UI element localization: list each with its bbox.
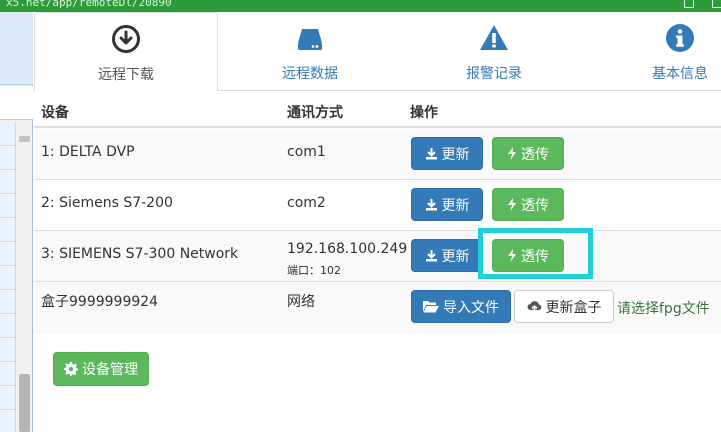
header-comm: 通讯方式 bbox=[287, 105, 343, 121]
tab-label: 报警记录 bbox=[466, 66, 522, 82]
update-label: 更新 bbox=[441, 197, 470, 214]
gear-icon bbox=[64, 362, 78, 376]
url-text: x5.net/app/remoteDl/20890 bbox=[6, 0, 172, 9]
update-label: 更新 bbox=[441, 146, 470, 163]
comm-method: com2 bbox=[287, 195, 326, 211]
download-icon bbox=[425, 148, 437, 160]
passthrough-label: 透传 bbox=[521, 146, 549, 163]
table-row: 3: SIEMENS S7-300 Network 192.168.100.24… bbox=[34, 231, 721, 282]
device-name: 1: DELTA DVP bbox=[41, 144, 135, 160]
window-titlebar: x5.net/app/remoteDl/20890 bbox=[0, 0, 721, 12]
background-input bbox=[0, 86, 33, 120]
header-device: 设备 bbox=[41, 105, 69, 121]
passthrough-button[interactable]: 透传 bbox=[492, 137, 564, 170]
device-management-label: 设备管理 bbox=[82, 362, 138, 378]
header-actions: 操作 bbox=[410, 105, 438, 121]
tab-label: 远程下载 bbox=[98, 67, 154, 83]
tab-bar: 远程下载 远程数据 报警记录 基本信息 bbox=[34, 12, 721, 92]
remote-panel: 远程下载 远程数据 报警记录 基本信息 设备 通讯方式 操作 1: DELTA … bbox=[34, 12, 721, 432]
update-box-label: 更新盒子 bbox=[545, 299, 602, 316]
passthrough-label: 透传 bbox=[521, 197, 549, 214]
maximize-icon[interactable] bbox=[712, 0, 721, 8]
update-label: 更新 bbox=[441, 248, 470, 265]
table-header: 设备 通讯方式 操作 bbox=[34, 92, 721, 128]
box-name: 盒子9999999924 bbox=[41, 294, 159, 310]
background-panel bbox=[0, 12, 33, 432]
minimize-icon[interactable] bbox=[684, 0, 694, 8]
import-file-button[interactable]: 导入文件 bbox=[411, 290, 511, 323]
select-fpg-hint: 请选择fpg文件 bbox=[617, 301, 710, 317]
tab-basic-info[interactable]: 基本信息 bbox=[630, 12, 721, 91]
background-header bbox=[0, 12, 33, 85]
update-button[interactable]: 更新 bbox=[411, 239, 483, 272]
table-row: 2: Siemens S7-200 com2 更新 透传 bbox=[34, 180, 721, 231]
table-row: 1: DELTA DVP com1 更新 透传 bbox=[34, 129, 721, 180]
comm-method: com1 bbox=[287, 144, 326, 160]
folder-open-icon bbox=[423, 301, 439, 313]
tab-alarm-records[interactable]: 报警记录 bbox=[402, 12, 586, 91]
warning-icon bbox=[480, 25, 508, 50]
scrollbar-thumb[interactable] bbox=[19, 374, 30, 432]
update-box-button[interactable]: 更新盒子 bbox=[514, 290, 614, 323]
info-icon bbox=[666, 24, 694, 52]
tab-remote-data[interactable]: 远程数据 bbox=[218, 12, 402, 91]
device-name: 3: SIEMENS S7-300 Network bbox=[41, 246, 239, 262]
tab-remote-download[interactable]: 远程下载 bbox=[34, 12, 218, 92]
comm-method: 192.168.100.249 bbox=[287, 241, 408, 257]
box-row: 盒子9999999924 网络 导入文件 更新盒子 请选择fpg文件 bbox=[34, 282, 721, 334]
lightning-icon bbox=[508, 198, 516, 211]
background-grid bbox=[0, 122, 16, 432]
lightning-icon bbox=[508, 147, 516, 160]
scrollbar-marker bbox=[19, 136, 30, 142]
comm-port: 端口：102 bbox=[287, 264, 341, 277]
update-button[interactable]: 更新 bbox=[411, 188, 483, 221]
focus-highlight bbox=[478, 228, 593, 279]
cloud-upload-icon bbox=[527, 301, 541, 313]
device-management-button[interactable]: 设备管理 bbox=[53, 352, 149, 386]
update-button[interactable]: 更新 bbox=[411, 137, 483, 170]
import-file-label: 导入文件 bbox=[443, 299, 499, 316]
hard-drive-icon bbox=[298, 29, 322, 50]
box-comm: 网络 bbox=[287, 294, 315, 310]
download-icon bbox=[425, 199, 437, 211]
device-name: 2: Siemens S7-200 bbox=[41, 195, 173, 211]
tab-label: 远程数据 bbox=[282, 66, 338, 82]
download-circle-icon bbox=[112, 25, 140, 53]
passthrough-button[interactable]: 透传 bbox=[492, 188, 564, 221]
tab-label: 基本信息 bbox=[652, 66, 708, 82]
download-icon bbox=[425, 250, 437, 262]
